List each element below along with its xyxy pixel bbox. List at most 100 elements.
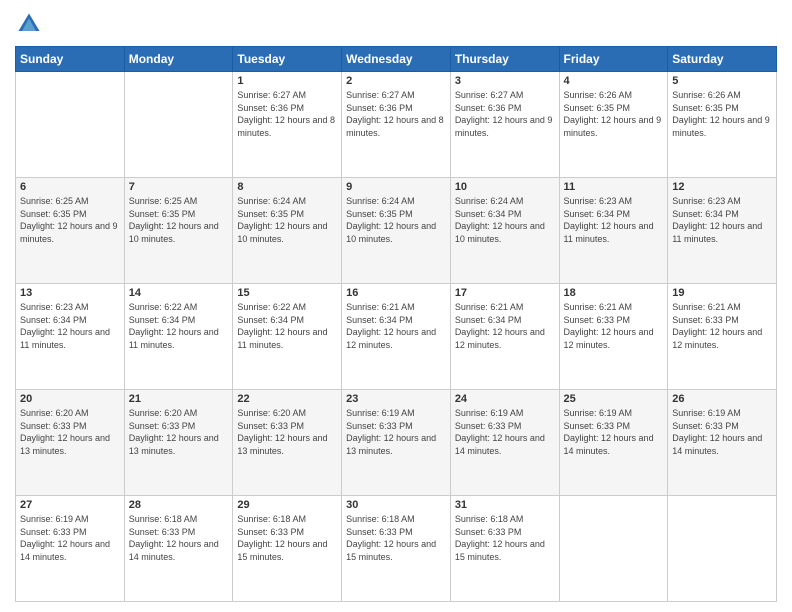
day-number: 13	[20, 287, 120, 299]
day-number: 26	[672, 393, 772, 405]
day-info: Sunrise: 6:27 AM Sunset: 6:36 PM Dayligh…	[346, 89, 446, 139]
day-info: Sunrise: 6:23 AM Sunset: 6:34 PM Dayligh…	[20, 301, 120, 351]
day-info: Sunrise: 6:19 AM Sunset: 6:33 PM Dayligh…	[20, 513, 120, 563]
day-number: 29	[237, 499, 337, 511]
day-number: 22	[237, 393, 337, 405]
logo-icon	[15, 10, 43, 38]
day-number: 16	[346, 287, 446, 299]
calendar-cell	[124, 72, 233, 178]
calendar-cell: 28Sunrise: 6:18 AM Sunset: 6:33 PM Dayli…	[124, 496, 233, 602]
day-number: 11	[564, 181, 664, 193]
day-number: 19	[672, 287, 772, 299]
day-number: 15	[237, 287, 337, 299]
day-number: 3	[455, 75, 555, 87]
calendar-cell: 31 Sunrise: 6:18 AM Sunset: 6:33 PM Dayli…	[450, 496, 559, 602]
calendar-cell: 19Sunrise: 6:21 AM Sunset: 6:33 PM Dayli…	[668, 284, 777, 390]
day-info: Sunrise: 6:18 AM Sunset: 6:33 PM Dayligh…	[346, 513, 446, 563]
day-number: 1	[237, 75, 337, 87]
calendar-cell: 2 Sunrise: 6:27 AM Sunset: 6:36 PM Daylig…	[342, 72, 451, 178]
day-number: 23	[346, 393, 446, 405]
day-number: 21	[129, 393, 229, 405]
calendar-week: 6 Sunrise: 6:25 AM Sunset: 6:35 PM Daylig…	[16, 178, 777, 284]
weekday-header: Sunday	[16, 47, 125, 72]
calendar: SundayMondayTuesdayWednesdayThursdayFrid…	[15, 46, 777, 602]
calendar-cell: 18Sunrise: 6:21 AM Sunset: 6:33 PM Dayli…	[559, 284, 668, 390]
day-number: 6	[20, 181, 120, 193]
day-info: Sunrise: 6:23 AM Sunset: 6:34 PM Dayligh…	[564, 195, 664, 245]
logo	[15, 10, 45, 38]
day-info: Sunrise: 6:22 AM Sunset: 6:34 PM Dayligh…	[129, 301, 229, 351]
day-number: 9	[346, 181, 446, 193]
weekday-header: Friday	[559, 47, 668, 72]
calendar-cell: 22 Sunrise: 6:20 AM Sunset: 6:33 PM Dayli…	[233, 390, 342, 496]
calendar-week: 20 Sunrise: 6:20 AM Sunset: 6:33 PM Dayli…	[16, 390, 777, 496]
calendar-cell: 12Sunrise: 6:23 AM Sunset: 6:34 PM Dayli…	[668, 178, 777, 284]
calendar-cell: 5 Sunrise: 6:26 AM Sunset: 6:35 PM Daylig…	[668, 72, 777, 178]
day-number: 27	[20, 499, 120, 511]
weekday-row: SundayMondayTuesdayWednesdayThursdayFrid…	[16, 47, 777, 72]
calendar-body: 1 Sunrise: 6:27 AM Sunset: 6:36 PM Daylig…	[16, 72, 777, 602]
day-number: 5	[672, 75, 772, 87]
page: SundayMondayTuesdayWednesdayThursdayFrid…	[0, 0, 792, 612]
calendar-cell: 13 Sunrise: 6:23 AM Sunset: 6:34 PM Dayli…	[16, 284, 125, 390]
day-info: Sunrise: 6:27 AM Sunset: 6:36 PM Dayligh…	[237, 89, 337, 139]
day-info: Sunrise: 6:20 AM Sunset: 6:33 PM Dayligh…	[129, 407, 229, 457]
day-number: 20	[20, 393, 120, 405]
calendar-cell: 21 Sunrise: 6:20 AM Sunset: 6:33 PM Dayli…	[124, 390, 233, 496]
day-number: 24	[455, 393, 555, 405]
day-info: Sunrise: 6:18 AM Sunset: 6:33 PM Dayligh…	[455, 513, 555, 563]
day-info: Sunrise: 6:24 AM Sunset: 6:35 PM Dayligh…	[346, 195, 446, 245]
day-number: 8	[237, 181, 337, 193]
day-number: 31	[455, 499, 555, 511]
calendar-cell: 17Sunrise: 6:21 AM Sunset: 6:34 PM Dayli…	[450, 284, 559, 390]
calendar-cell: 3 Sunrise: 6:27 AM Sunset: 6:36 PM Daylig…	[450, 72, 559, 178]
weekday-header: Saturday	[668, 47, 777, 72]
day-number: 7	[129, 181, 229, 193]
day-number: 25	[564, 393, 664, 405]
calendar-cell: 6 Sunrise: 6:25 AM Sunset: 6:35 PM Daylig…	[16, 178, 125, 284]
day-info: Sunrise: 6:19 AM Sunset: 6:33 PM Dayligh…	[346, 407, 446, 457]
calendar-cell: 16 Sunrise: 6:21 AM Sunset: 6:34 PM Dayli…	[342, 284, 451, 390]
day-number: 4	[564, 75, 664, 87]
weekday-header: Wednesday	[342, 47, 451, 72]
weekday-header: Tuesday	[233, 47, 342, 72]
calendar-cell: 4 Sunrise: 6:26 AM Sunset: 6:35 PM Daylig…	[559, 72, 668, 178]
day-info: Sunrise: 6:19 AM Sunset: 6:33 PM Dayligh…	[455, 407, 555, 457]
day-info: Sunrise: 6:19 AM Sunset: 6:33 PM Dayligh…	[672, 407, 772, 457]
calendar-cell: 27 Sunrise: 6:19 AM Sunset: 6:33 PM Dayli…	[16, 496, 125, 602]
calendar-header: SundayMondayTuesdayWednesdayThursdayFrid…	[16, 47, 777, 72]
calendar-cell: 9 Sunrise: 6:24 AM Sunset: 6:35 PM Daylig…	[342, 178, 451, 284]
day-info: Sunrise: 6:23 AM Sunset: 6:34 PM Dayligh…	[672, 195, 772, 245]
day-number: 30	[346, 499, 446, 511]
day-info: Sunrise: 6:26 AM Sunset: 6:35 PM Dayligh…	[672, 89, 772, 139]
calendar-cell	[668, 496, 777, 602]
day-info: Sunrise: 6:18 AM Sunset: 6:33 PM Dayligh…	[237, 513, 337, 563]
day-info: Sunrise: 6:21 AM Sunset: 6:34 PM Dayligh…	[346, 301, 446, 351]
calendar-cell	[559, 496, 668, 602]
day-number: 18	[564, 287, 664, 299]
day-number: 28	[129, 499, 229, 511]
header	[15, 10, 777, 38]
day-info: Sunrise: 6:20 AM Sunset: 6:33 PM Dayligh…	[20, 407, 120, 457]
day-info: Sunrise: 6:27 AM Sunset: 6:36 PM Dayligh…	[455, 89, 555, 139]
day-number: 10	[455, 181, 555, 193]
calendar-cell: 1 Sunrise: 6:27 AM Sunset: 6:36 PM Daylig…	[233, 72, 342, 178]
calendar-cell: 14Sunrise: 6:22 AM Sunset: 6:34 PM Dayli…	[124, 284, 233, 390]
calendar-week: 27 Sunrise: 6:19 AM Sunset: 6:33 PM Dayli…	[16, 496, 777, 602]
day-info: Sunrise: 6:25 AM Sunset: 6:35 PM Dayligh…	[129, 195, 229, 245]
calendar-cell: 30 Sunrise: 6:18 AM Sunset: 6:33 PM Dayli…	[342, 496, 451, 602]
day-info: Sunrise: 6:20 AM Sunset: 6:33 PM Dayligh…	[237, 407, 337, 457]
weekday-header: Monday	[124, 47, 233, 72]
calendar-cell: 29 Sunrise: 6:18 AM Sunset: 6:33 PM Dayli…	[233, 496, 342, 602]
calendar-cell: 11 Sunrise: 6:23 AM Sunset: 6:34 PM Dayli…	[559, 178, 668, 284]
calendar-week: 13 Sunrise: 6:23 AM Sunset: 6:34 PM Dayli…	[16, 284, 777, 390]
calendar-cell: 25Sunrise: 6:19 AM Sunset: 6:33 PM Dayli…	[559, 390, 668, 496]
day-info: Sunrise: 6:26 AM Sunset: 6:35 PM Dayligh…	[564, 89, 664, 139]
weekday-header: Thursday	[450, 47, 559, 72]
day-number: 2	[346, 75, 446, 87]
calendar-cell: 15Sunrise: 6:22 AM Sunset: 6:34 PM Dayli…	[233, 284, 342, 390]
day-info: Sunrise: 6:25 AM Sunset: 6:35 PM Dayligh…	[20, 195, 120, 245]
calendar-week: 1 Sunrise: 6:27 AM Sunset: 6:36 PM Daylig…	[16, 72, 777, 178]
calendar-cell: 8Sunrise: 6:24 AM Sunset: 6:35 PM Daylig…	[233, 178, 342, 284]
day-info: Sunrise: 6:21 AM Sunset: 6:34 PM Dayligh…	[455, 301, 555, 351]
